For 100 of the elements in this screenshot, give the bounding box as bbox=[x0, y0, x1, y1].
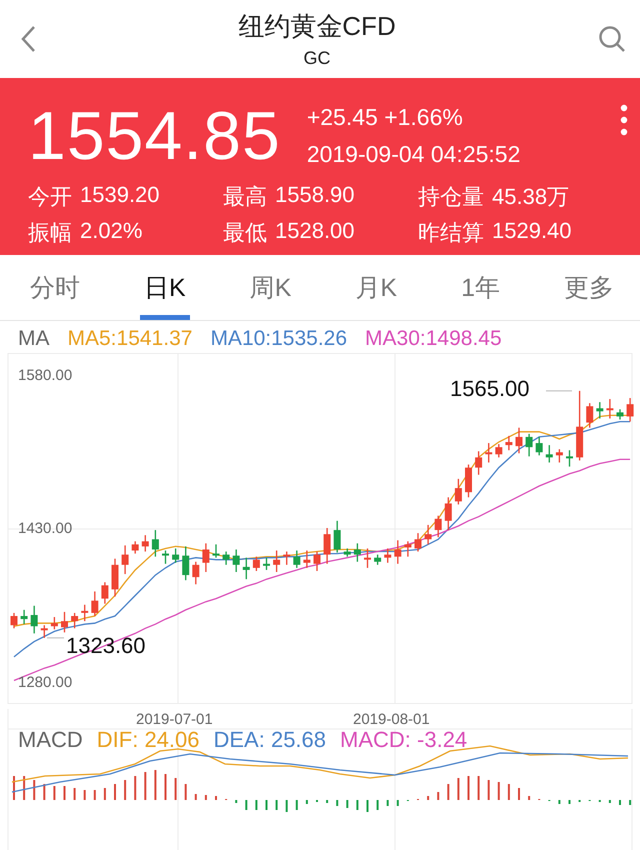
page-title: 纽约黄金CFD bbox=[238, 10, 396, 43]
histogram-bar bbox=[326, 800, 328, 803]
histogram-bar bbox=[235, 800, 238, 803]
candle bbox=[273, 550, 280, 572]
histogram-bar bbox=[276, 800, 278, 810]
candle bbox=[475, 451, 482, 475]
candle bbox=[354, 543, 361, 562]
candle bbox=[172, 548, 180, 563]
stat-label: 最高 bbox=[223, 183, 267, 211]
stat-label: 振幅 bbox=[28, 219, 72, 247]
candle bbox=[283, 552, 290, 565]
indicator-label: MACD bbox=[18, 727, 83, 753]
period-tab[interactable]: 1年 bbox=[457, 255, 504, 320]
candle bbox=[122, 545, 129, 574]
candle bbox=[526, 434, 533, 456]
histogram-bar bbox=[386, 800, 389, 806]
candle bbox=[404, 541, 412, 557]
more-icon[interactable] bbox=[620, 104, 628, 136]
histogram-bar bbox=[629, 800, 632, 805]
candle bbox=[212, 544, 220, 558]
candle bbox=[91, 591, 98, 616]
candle bbox=[10, 612, 18, 628]
candle bbox=[374, 554, 382, 565]
candle bbox=[293, 550, 300, 568]
ma-value: MA30:1498.45 bbox=[365, 327, 502, 352]
histogram-bar bbox=[104, 788, 106, 800]
candle bbox=[242, 558, 250, 580]
histogram-bar bbox=[346, 800, 348, 808]
stat-value: 1528.00 bbox=[275, 218, 355, 245]
search-icon[interactable] bbox=[598, 25, 626, 53]
back-icon[interactable] bbox=[20, 25, 36, 53]
candle bbox=[81, 604, 88, 622]
histogram-bar bbox=[296, 800, 298, 810]
candle bbox=[596, 402, 604, 418]
histogram-bar bbox=[447, 784, 450, 800]
candle bbox=[182, 546, 190, 580]
period-tab[interactable]: 周K bbox=[246, 255, 296, 320]
candle bbox=[344, 548, 351, 557]
candle bbox=[40, 625, 48, 638]
histogram-bar bbox=[488, 780, 490, 800]
histogram-bar bbox=[84, 790, 86, 800]
candle bbox=[485, 443, 492, 462]
candle bbox=[454, 478, 462, 504]
candle bbox=[71, 612, 78, 628]
histogram-bar bbox=[336, 800, 338, 806]
stat-value: 1539.20 bbox=[80, 182, 160, 209]
candle bbox=[465, 464, 472, 498]
leader-line bbox=[46, 637, 64, 638]
candle bbox=[50, 617, 58, 630]
histogram-bar bbox=[478, 776, 480, 800]
histogram-bar bbox=[457, 778, 460, 800]
candle bbox=[192, 562, 200, 584]
candle bbox=[112, 558, 118, 597]
histogram-bar bbox=[508, 784, 510, 800]
stat-value: 1558.90 bbox=[275, 182, 355, 209]
candle bbox=[626, 398, 634, 422]
period-tab[interactable]: 分时 bbox=[26, 255, 84, 320]
histogram-bar bbox=[356, 800, 358, 810]
histogram-bar bbox=[134, 776, 136, 800]
candle bbox=[101, 582, 108, 604]
period-tab[interactable]: 月K bbox=[351, 255, 402, 320]
candle bbox=[495, 444, 502, 458]
candle bbox=[252, 556, 260, 571]
date-label: 2019-07-01 bbox=[136, 711, 213, 728]
stat-value: 2.02% bbox=[80, 218, 142, 245]
histogram-bar bbox=[558, 800, 560, 804]
histogram-bar bbox=[204, 795, 207, 800]
quote-time: 2019-09-04 04:25:52 bbox=[306, 141, 520, 168]
symbol-code: GC bbox=[304, 48, 330, 69]
histogram-bar bbox=[33, 780, 36, 800]
histogram-bar bbox=[498, 782, 500, 800]
histogram-bar bbox=[376, 800, 379, 810]
histogram-bar bbox=[194, 794, 197, 800]
candle bbox=[162, 550, 169, 564]
histogram-bar bbox=[608, 800, 611, 803]
ma-value: MA10:1535.26 bbox=[210, 327, 348, 352]
histogram-bar bbox=[53, 786, 56, 800]
histogram-bar bbox=[43, 784, 46, 800]
period-tab[interactable]: 日K bbox=[140, 255, 190, 320]
last-price: 1554.85 bbox=[28, 97, 281, 175]
candle bbox=[364, 548, 371, 568]
histogram-bar bbox=[396, 800, 399, 806]
high-price-label: 1565.00 bbox=[450, 376, 530, 402]
histogram-bar bbox=[255, 800, 258, 810]
histogram-bar bbox=[174, 778, 177, 800]
histogram-bar bbox=[427, 796, 430, 800]
axis-label: 1580.00 bbox=[18, 366, 72, 384]
histogram-bar bbox=[528, 796, 530, 800]
candle bbox=[556, 449, 563, 462]
histogram-bar bbox=[23, 776, 26, 800]
stat-label: 今开 bbox=[28, 183, 72, 211]
stat-value: 45.38万 bbox=[492, 183, 570, 211]
candle bbox=[424, 524, 432, 544]
stat-label: 昨结算 bbox=[418, 219, 484, 247]
candle bbox=[142, 535, 149, 552]
histogram-bar bbox=[286, 800, 288, 812]
candle bbox=[536, 436, 543, 456]
candle bbox=[384, 548, 392, 563]
candle bbox=[616, 409, 624, 420]
period-tab[interactable]: 更多 bbox=[560, 255, 618, 320]
